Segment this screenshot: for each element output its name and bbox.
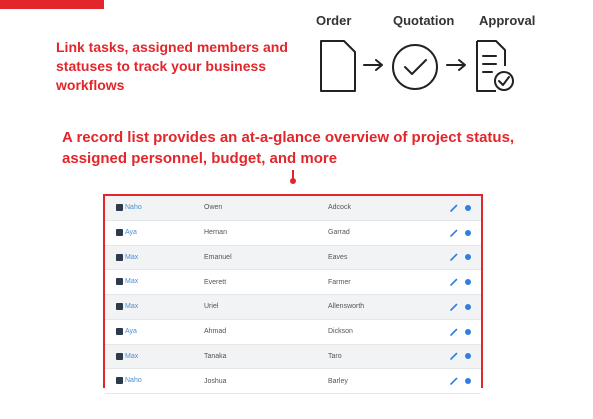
first-name-cell: Uriel	[204, 294, 328, 320]
actions-cell	[444, 269, 481, 295]
record-list: Naho Owen Adcock Aya Hernan Garrad Max Emanuel E…	[103, 194, 483, 394]
approved-document-icon	[476, 40, 514, 92]
view-record-icon[interactable]	[465, 353, 471, 360]
assignee-link[interactable]: Max	[125, 303, 138, 310]
assignee-cell: Max	[105, 245, 204, 271]
table-row[interactable]: Aya Ahmad Dickson	[105, 319, 481, 345]
view-record-icon[interactable]	[465, 204, 471, 211]
first-name-cell: Joshua	[204, 368, 328, 394]
edit-pencil-icon[interactable]	[449, 327, 459, 337]
arrow-right-icon	[363, 59, 383, 71]
table-row[interactable]: Naho Owen Adcock	[105, 196, 481, 221]
avatar-icon	[116, 303, 123, 311]
last-name-cell: Barley	[328, 368, 444, 394]
edit-pencil-icon[interactable]	[449, 228, 459, 238]
assignee-cell: Aya	[105, 319, 204, 345]
last-name-cell: Dickson	[328, 319, 444, 345]
accent-bar	[0, 0, 104, 9]
first-name-cell: Ahmad	[204, 319, 328, 345]
intro-text: Link tasks, assigned members and statuse…	[56, 39, 288, 93]
table-row[interactable]: Max Uriel Allensworth	[105, 294, 481, 320]
first-name-cell: Hernan	[204, 220, 328, 246]
table-row[interactable]: Max Emanuel Eaves	[105, 245, 481, 271]
last-name-cell: Garrad	[328, 220, 444, 246]
actions-cell	[444, 319, 481, 345]
avatar-icon	[116, 228, 123, 236]
avatar-icon	[116, 327, 123, 335]
assignee-cell: Naho	[105, 368, 204, 394]
actions-cell	[444, 368, 481, 394]
last-name-cell: Eaves	[328, 245, 444, 271]
assignee-link[interactable]: Aya	[125, 328, 137, 335]
edit-pencil-icon[interactable]	[449, 351, 459, 361]
assignee-link[interactable]: Max	[125, 353, 138, 360]
edit-pencil-icon[interactable]	[449, 252, 459, 262]
avatar-icon	[116, 352, 123, 360]
assignee-cell: Aya	[105, 220, 204, 246]
caption-pointer-tip	[290, 178, 296, 184]
view-record-icon[interactable]	[465, 378, 471, 385]
last-name-cell: Taro	[328, 344, 444, 370]
first-name-cell: Owen	[204, 196, 328, 221]
assignee-link[interactable]: Max	[125, 254, 138, 261]
edit-pencil-icon[interactable]	[449, 277, 459, 287]
actions-cell	[444, 294, 481, 320]
assignee-cell: Naho	[105, 196, 204, 221]
step-label-order: Order	[316, 13, 352, 28]
assignee-cell: Max	[105, 344, 204, 370]
last-name-cell: Farmer	[328, 269, 444, 295]
table-row[interactable]: Max Tanaka Taro	[105, 344, 481, 370]
view-record-icon[interactable]	[465, 279, 471, 286]
view-record-icon[interactable]	[465, 328, 471, 335]
step-label-approval: Approval	[479, 13, 536, 28]
assignee-link[interactable]: Naho	[125, 204, 142, 211]
assignee-cell: Max	[105, 269, 204, 295]
edit-pencil-icon[interactable]	[449, 376, 459, 386]
document-icon	[320, 40, 356, 92]
actions-cell	[444, 220, 481, 246]
avatar-icon	[116, 204, 123, 212]
view-record-icon[interactable]	[465, 303, 471, 310]
first-name-cell: Emanuel	[204, 245, 328, 271]
assignee-link[interactable]: Aya	[125, 229, 137, 236]
record-table: Naho Owen Adcock Aya Hernan Garrad Max Emanuel E…	[105, 196, 481, 394]
last-name-cell: Allensworth	[328, 294, 444, 320]
avatar-icon	[116, 278, 123, 286]
actions-cell	[444, 344, 481, 370]
actions-cell	[444, 245, 481, 271]
avatar-icon	[116, 253, 123, 261]
check-circle-icon	[392, 44, 438, 90]
edit-pencil-icon[interactable]	[449, 203, 459, 213]
view-record-icon[interactable]	[465, 254, 471, 261]
actions-cell	[444, 196, 481, 221]
avatar-icon	[116, 377, 123, 385]
view-record-icon[interactable]	[465, 229, 471, 236]
edit-pencil-icon[interactable]	[449, 302, 459, 312]
record-list-caption: A record list provides an at-a-glance ov…	[62, 129, 515, 167]
last-name-cell: Adcock	[328, 196, 444, 221]
table-row[interactable]: Max Everett Farmer	[105, 269, 481, 295]
first-name-cell: Tanaka	[204, 344, 328, 370]
table-row[interactable]: Naho Joshua Barley	[105, 368, 481, 394]
step-label-quotation: Quotation	[393, 13, 455, 28]
assignee-link[interactable]: Naho	[125, 377, 142, 384]
assignee-cell: Max	[105, 294, 204, 320]
assignee-link[interactable]: Max	[125, 278, 138, 285]
table-row[interactable]: Aya Hernan Garrad	[105, 220, 481, 246]
first-name-cell: Everett	[204, 269, 328, 295]
arrow-right-icon	[446, 59, 466, 71]
